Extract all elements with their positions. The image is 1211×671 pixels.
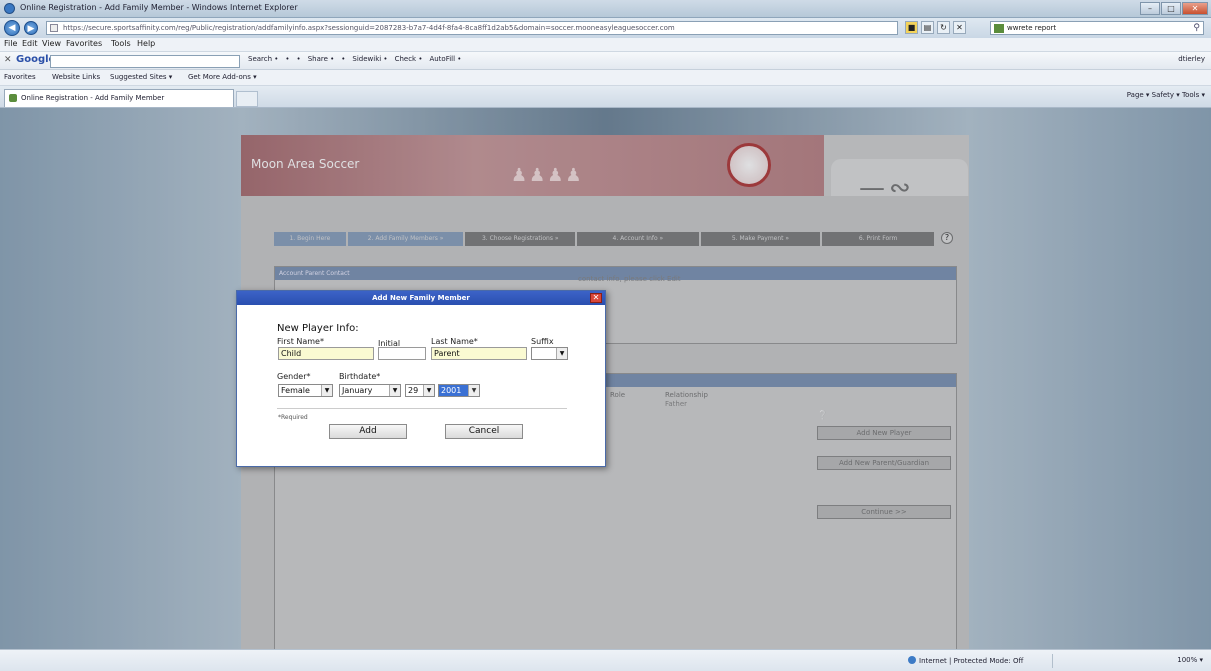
chevron-down-icon: ▼ xyxy=(389,385,400,396)
google-tool-5[interactable]: • xyxy=(341,55,345,63)
birth-day-select[interactable]: 29 ▼ xyxy=(405,384,435,397)
ssl-lock-icon[interactable]: ■ xyxy=(905,21,918,34)
compat-view-icon[interactable]: ▤ xyxy=(921,21,934,34)
tab-online-registration[interactable]: Online Registration - Add Family Member xyxy=(4,89,234,107)
close-window-button[interactable]: ✕ xyxy=(1182,2,1208,15)
zoom-level[interactable]: 100% ▾ xyxy=(1177,656,1203,664)
autofill-button[interactable]: AutoFill • xyxy=(429,55,461,63)
google-toolbar: ✕ Google Search • • • Share • • Sidewiki… xyxy=(0,52,1211,70)
dialog-divider xyxy=(277,408,567,409)
stop-icon[interactable]: ✕ xyxy=(953,21,966,34)
address-tools: ■ ▤ ↻ ✕ xyxy=(905,21,966,34)
birth-month-value: January xyxy=(342,386,373,395)
chevron-down-icon: ▼ xyxy=(423,385,434,396)
dialog-titlebar: Add New Family Member ✕ xyxy=(237,291,605,305)
search-value: wwrete report xyxy=(1007,24,1057,32)
gender-value: Female xyxy=(281,386,310,395)
new-tab-button[interactable] xyxy=(236,91,258,107)
menu-tools[interactable]: Tools xyxy=(111,39,131,48)
security-zone-text: Internet | Protected Mode: Off xyxy=(919,657,1024,665)
birth-year-value: 2001 xyxy=(441,386,462,395)
favicon-icon xyxy=(9,94,17,102)
get-more-addons[interactable]: Get More Add-ons ▾ xyxy=(188,73,257,81)
gender-label: Gender* xyxy=(277,372,311,381)
sidewiki-button[interactable]: Sidewiki • xyxy=(352,55,387,63)
google-tool-2[interactable]: • xyxy=(285,55,289,63)
gender-select[interactable]: Female ▼ xyxy=(278,384,333,397)
menu-view[interactable]: View xyxy=(42,39,61,48)
birth-day-value: 29 xyxy=(408,386,419,395)
spellcheck-button[interactable]: Check • xyxy=(395,55,423,63)
dialog-title: Add New Family Member xyxy=(372,294,470,302)
chevron-down-icon: ▼ xyxy=(556,348,567,359)
window-title: Online Registration - Add Family Member … xyxy=(20,3,298,12)
favorites-bar: Favorites Website Links Suggested Sites … xyxy=(0,70,1211,86)
last-name-field[interactable]: Parent xyxy=(431,347,527,360)
birth-month-select[interactable]: January ▼ xyxy=(339,384,401,397)
search-input[interactable]: wwrete report ⚲ xyxy=(990,21,1204,35)
gmail-button[interactable]: • xyxy=(297,55,301,63)
google-account[interactable]: dtierley xyxy=(1178,55,1205,63)
website-links[interactable]: Website Links xyxy=(52,73,100,81)
globe-icon xyxy=(908,656,916,664)
address-row: ◀ ▶ https://secure.sportsaffinity.com/re… xyxy=(0,18,1211,38)
menu-edit[interactable]: Edit xyxy=(22,39,38,48)
add-button[interactable]: Add xyxy=(329,424,407,439)
tab-bar: Online Registration - Add Family Member … xyxy=(0,86,1211,108)
birthdate-label: Birthdate* xyxy=(339,372,381,381)
first-name-field[interactable]: Child xyxy=(278,347,374,360)
command-bar[interactable]: Page ▾ Safety ▾ Tools ▾ xyxy=(1127,91,1205,99)
address-bar[interactable]: https://secure.sportsaffinity.com/reg/Pu… xyxy=(46,21,898,35)
new-player-heading: New Player Info: xyxy=(277,323,359,334)
maximize-button[interactable]: □ xyxy=(1161,2,1181,15)
last-name-label: Last Name* xyxy=(431,337,478,346)
initial-field[interactable] xyxy=(378,347,426,360)
address-url: https://secure.sportsaffinity.com/reg/Pu… xyxy=(63,24,675,32)
minimize-button[interactable]: – xyxy=(1140,2,1160,15)
menubar: File Edit View Favorites Tools Help xyxy=(0,38,1211,52)
required-note: *Required xyxy=(278,414,308,421)
menu-help[interactable]: Help xyxy=(137,39,155,48)
google-search-input[interactable] xyxy=(50,55,240,68)
google-share-button[interactable]: Share • xyxy=(308,55,335,63)
cancel-button[interactable]: Cancel xyxy=(445,424,523,439)
tab-title: Online Registration - Add Family Member xyxy=(21,94,165,102)
window-titlebar: Online Registration - Add Family Member … xyxy=(0,0,1211,18)
suffix-label: Suffix xyxy=(531,337,554,346)
suffix-select[interactable]: ▼ xyxy=(531,347,568,360)
forward-button[interactable]: ▶ xyxy=(24,21,38,35)
suggested-sites[interactable]: Suggested Sites ▾ xyxy=(110,73,172,81)
chevron-down-icon: ▼ xyxy=(468,385,479,396)
birth-year-select[interactable]: 2001 ▼ xyxy=(438,384,480,397)
add-family-member-dialog: Add New Family Member ✕ New Player Info:… xyxy=(236,290,606,467)
menu-file[interactable]: File xyxy=(4,39,17,48)
status-bar: Internet | Protected Mode: Off 100% ▾ xyxy=(0,649,1211,671)
chevron-down-icon: ▼ xyxy=(321,385,332,396)
refresh-icon[interactable]: ↻ xyxy=(937,21,950,34)
page-icon xyxy=(50,24,58,32)
favorites-button[interactable]: Favorites xyxy=(4,73,36,81)
search-icon[interactable]: ⚲ xyxy=(1193,22,1200,34)
menu-favorites[interactable]: Favorites xyxy=(66,39,102,48)
close-toolbar-icon[interactable]: ✕ xyxy=(4,55,12,65)
window-controls: – □ ✕ xyxy=(1140,2,1208,15)
first-name-label: First Name* xyxy=(277,337,324,346)
google-tools: Search • • • Share • • Sidewiki • Check … xyxy=(248,55,461,63)
status-divider xyxy=(1052,654,1053,668)
back-button[interactable]: ◀ xyxy=(4,20,20,36)
search-provider-icon xyxy=(994,24,1004,33)
google-search-button[interactable]: Search • xyxy=(248,55,278,63)
dialog-close-icon[interactable]: ✕ xyxy=(590,293,602,303)
ie-icon xyxy=(4,3,15,14)
security-zone[interactable]: Internet | Protected Mode: Off xyxy=(908,656,1023,665)
